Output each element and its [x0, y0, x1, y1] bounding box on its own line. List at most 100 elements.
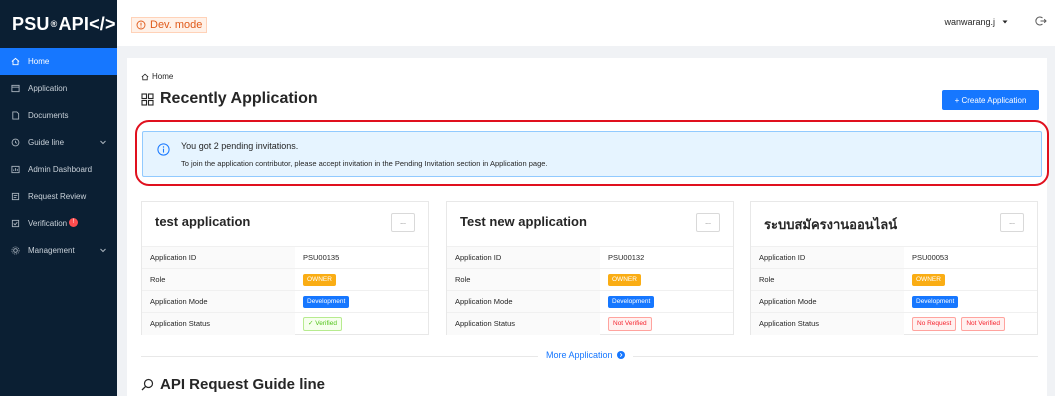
chevron-down-icon	[100, 140, 106, 145]
sidebar-menu: Home Application Documents Guide line Ad…	[0, 48, 117, 264]
application-card: ระบบสมัครงานออนไลน์ ... Application ID PS…	[750, 201, 1038, 335]
mode-badge: Development	[608, 295, 655, 308]
logout-icon[interactable]	[1035, 15, 1047, 27]
application-details-table: Application ID PSU00135 Role OWNER Applica…	[142, 246, 428, 335]
sidebar-item-request-review[interactable]: Request Review	[0, 183, 117, 210]
management-icon	[10, 246, 20, 256]
breadcrumb-home: Home	[152, 72, 174, 81]
application-card: Test new application ... Application ID P…	[446, 201, 734, 335]
grid-icon	[141, 92, 154, 106]
sidebar-item-verification[interactable]: Verification !	[0, 210, 117, 237]
more-application-link[interactable]: More Application	[538, 350, 633, 360]
field-label: Application ID	[751, 246, 904, 269]
sidebar-item-label: Home	[28, 57, 50, 66]
document-icon	[10, 111, 20, 121]
main-content: Home Recently Application + Create Appli…	[127, 58, 1049, 396]
app-icon	[10, 84, 20, 94]
info-icon	[157, 143, 170, 156]
role-badge: OWNER	[303, 273, 336, 286]
table-row: Application Mode Development	[751, 290, 1037, 313]
table-row: Application Status No Request Not Verified	[751, 312, 1037, 335]
sidebar-item-label: Application	[28, 84, 68, 93]
more-options-button[interactable]: ...	[1000, 213, 1024, 232]
table-row: Role OWNER	[142, 268, 428, 291]
username: wanwarang.j	[944, 17, 995, 27]
status-badge: ✓ Verified	[303, 316, 342, 331]
mode-badge: Development	[303, 295, 350, 308]
role-badge: OWNER	[912, 273, 945, 286]
status-badge: No Request	[912, 316, 957, 331]
page-title-text: Recently Application	[160, 90, 318, 107]
field-label: Application Status	[142, 312, 295, 335]
logo-text-psu: PSU	[12, 13, 50, 34]
sidebar-item-label: Admin Dashboard	[28, 165, 93, 174]
field-label: Role	[447, 268, 600, 291]
status-badge: Not Verified	[608, 316, 652, 331]
table-row: Role OWNER	[751, 268, 1037, 291]
sidebar-item-label: Management	[28, 246, 75, 255]
chevron-down-icon	[100, 248, 106, 253]
application-id: PSU00053	[904, 246, 1037, 269]
field-label: Application Mode	[142, 290, 295, 313]
sidebar-item-home[interactable]: Home	[0, 48, 117, 75]
application-card: test application ... Application ID PSU00…	[141, 201, 429, 335]
guide-icon	[10, 138, 20, 148]
field-label: Application Status	[751, 312, 904, 335]
field-label: Application Status	[447, 312, 600, 335]
logo-text-api: API</>	[58, 13, 116, 34]
table-row: Application Mode Development	[447, 290, 733, 313]
sidebar-item-admin-dashboard[interactable]: Admin Dashboard	[0, 156, 117, 183]
notification-badge: !	[69, 217, 79, 227]
sidebar-item-label: Guide line	[28, 138, 65, 147]
breadcrumb[interactable]: Home	[141, 72, 173, 81]
info-icon	[136, 20, 146, 30]
table-row: Application Status Not Verified	[447, 312, 733, 335]
highlight-outline: You got 2 pending invitations. To join t…	[135, 120, 1049, 186]
field-label: Application Mode	[751, 290, 904, 313]
application-name[interactable]: test application	[155, 214, 250, 229]
user-menu[interactable]: wanwarang.j	[944, 17, 1009, 27]
page-title: Recently Application	[141, 90, 318, 108]
guide-title-text: API Request Guide line	[160, 376, 326, 393]
table-row: Application Status ✓ Verified	[142, 312, 428, 335]
more-options-button[interactable]: ...	[391, 213, 415, 232]
status-badge: Not Verified	[961, 316, 1005, 331]
table-row: Role OWNER	[447, 268, 733, 291]
application-name[interactable]: Test new application	[460, 214, 587, 229]
more-application-label: More Application	[546, 350, 613, 360]
dashboard-icon	[10, 165, 20, 175]
field-label: Application ID	[142, 246, 295, 269]
top-bar: Dev. mode wanwarang.j	[117, 0, 1055, 46]
field-label: Application Mode	[447, 290, 600, 313]
invitation-title: You got 2 pending invitations.	[181, 141, 299, 151]
more-options-button[interactable]: ...	[696, 213, 720, 232]
field-label: Application ID	[447, 246, 600, 269]
verification-icon	[10, 219, 20, 229]
create-application-button[interactable]: + Create Application	[942, 90, 1039, 110]
brand-logo[interactable]: PSU ® API</>	[0, 0, 117, 48]
table-row: Application ID PSU00132	[447, 246, 733, 269]
search-icon	[141, 378, 154, 391]
sidebar-item-documents[interactable]: Documents	[0, 102, 117, 129]
sidebar-item-management[interactable]: Management	[0, 237, 117, 264]
role-badge: OWNER	[608, 273, 641, 286]
dev-mode-badge: Dev. mode	[131, 17, 208, 33]
mode-badge: Development	[912, 295, 959, 308]
table-row: Application ID PSU00135	[142, 246, 428, 269]
sidebar-item-guide-line[interactable]: Guide line	[0, 129, 117, 156]
sidebar: PSU ® API</> Home Application Documents Gu…	[0, 0, 117, 396]
application-id: PSU00132	[600, 246, 733, 269]
application-details-table: Application ID PSU00053 Role OWNER Applica…	[751, 246, 1037, 335]
sidebar-item-label: Verification	[28, 219, 68, 228]
field-label: Role	[142, 268, 295, 291]
table-row: Application ID PSU00053	[751, 246, 1037, 269]
sidebar-item-application[interactable]: Application	[0, 75, 117, 102]
arrow-right-icon	[616, 351, 625, 359]
application-name[interactable]: ระบบสมัครงานออนไลน์	[764, 214, 897, 235]
sidebar-item-label: Request Review	[28, 192, 87, 201]
invitation-description: To join the application contributor, ple…	[181, 159, 548, 168]
dev-mode-label: Dev. mode	[150, 19, 203, 31]
guide-section-title: API Request Guide line	[141, 376, 325, 393]
sidebar-item-label: Documents	[28, 111, 69, 120]
review-icon	[10, 192, 20, 202]
